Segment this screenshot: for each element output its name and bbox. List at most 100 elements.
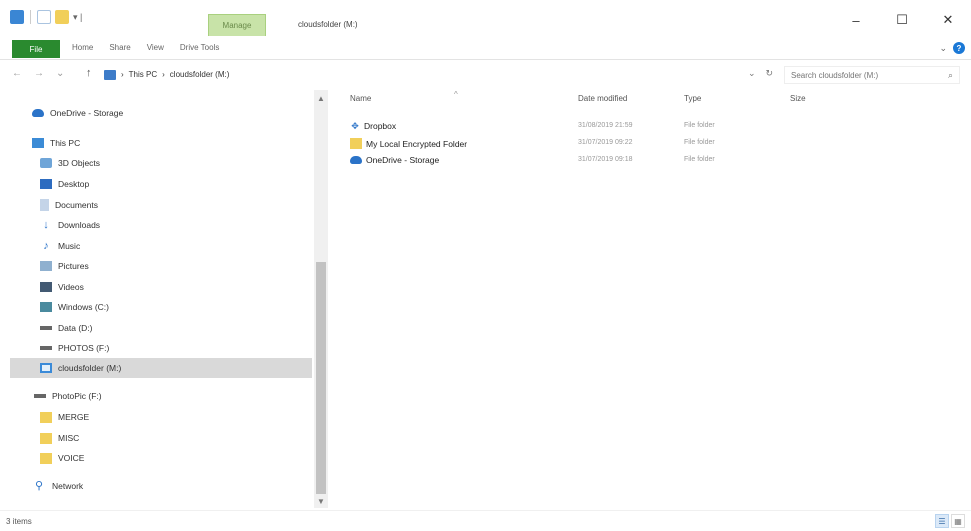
sidebar-item-label: Music (58, 241, 81, 251)
sidebar-item-music[interactable]: ♪ Music (40, 236, 80, 256)
navigation-scrollbar[interactable]: ▲ ▼ (314, 90, 328, 508)
minimize-button[interactable]: – (833, 8, 879, 32)
sidebar-item-onedrive[interactable]: OneDrive - Storage (32, 103, 123, 123)
sidebar-item-label: Videos (58, 282, 84, 292)
sidebar-item-3d-objects[interactable]: 3D Objects (40, 153, 100, 173)
file-row[interactable]: My Local Encrypted Folder 31/07/2019 09:… (330, 138, 971, 152)
refresh-icon[interactable]: ↻ (766, 68, 774, 79)
ribbon-tabs: Home Share View Drive Tools (72, 43, 219, 52)
sort-indicator-icon: ^ (454, 90, 458, 99)
column-header-name[interactable]: Name (350, 94, 371, 103)
sidebar-item-photopic-f[interactable]: PhotoPic (F:) (34, 386, 102, 406)
tab-view[interactable]: View (147, 43, 164, 52)
onedrive-cloud-icon (350, 156, 362, 164)
sidebar-item-cloudsfolder-m[interactable]: cloudsfolder (M:) (10, 358, 312, 378)
search-icon[interactable]: ⌕ (948, 70, 953, 81)
sidebar-item-label: Documents (55, 200, 98, 210)
sidebar-item-label: 3D Objects (58, 158, 101, 168)
breadcrumb-current[interactable]: cloudsfolder (M:) (170, 70, 230, 79)
sidebar-item-voice[interactable]: VOICE (40, 448, 84, 468)
file-date: 31/07/2019 09:22 (578, 139, 633, 146)
sidebar-item-label: PHOTOS (F:) (58, 343, 110, 353)
customize-toolbar-chevron-icon[interactable]: ▾ | (73, 12, 82, 23)
tab-home[interactable]: Home (72, 43, 93, 52)
this-pc-icon (32, 138, 44, 148)
sidebar-item-misc[interactable]: MISC (40, 428, 79, 448)
address-history-chevron-icon[interactable]: ⌄ (748, 68, 756, 79)
window-title: cloudsfolder (M:) (298, 20, 358, 29)
file-row[interactable]: OneDrive - Storage 31/07/2019 09:18 File… (330, 155, 971, 169)
scrollbar-thumb[interactable] (316, 262, 326, 494)
column-header-type[interactable]: Type (684, 94, 701, 103)
tab-file[interactable]: File (12, 40, 60, 58)
tab-share[interactable]: Share (109, 43, 130, 52)
recent-locations-chevron-icon[interactable]: ⌄ (56, 68, 64, 79)
cloud-drive-icon (40, 363, 52, 373)
sidebar-item-label: cloudsfolder (M:) (58, 363, 122, 373)
network-icon: ⚲ (34, 480, 44, 492)
sidebar-item-videos[interactable]: Videos (40, 277, 84, 297)
expand-ribbon-chevron-icon[interactable]: ⌄ (939, 43, 947, 54)
file-name-cell: My Local Encrypted Folder (350, 138, 467, 149)
drive-location-icon (104, 69, 116, 80)
back-arrow-icon[interactable]: ← (12, 68, 22, 79)
file-name: My Local Encrypted Folder (366, 138, 468, 149)
sidebar-item-label: Windows (C:) (58, 302, 110, 312)
folder-icon (40, 432, 52, 444)
sidebar-item-documents[interactable]: Documents (40, 195, 98, 215)
column-header-size[interactable]: Size (790, 94, 806, 103)
sidebar-item-label: MISC (58, 433, 80, 443)
file-row[interactable]: ✥ Dropbox 31/08/2019 21:59 File folder (330, 121, 971, 135)
file-name: Dropbox (364, 121, 397, 131)
sidebar-item-data-d[interactable]: Data (D:) (40, 318, 92, 338)
folder-icon (350, 138, 362, 149)
toolbar-divider (30, 10, 31, 24)
tab-manage[interactable]: Manage (208, 14, 266, 36)
tab-drive-tools[interactable]: Drive Tools (180, 43, 219, 52)
sidebar-item-desktop[interactable]: Desktop (40, 174, 89, 194)
sidebar-item-pictures[interactable]: Pictures (40, 256, 89, 276)
close-button[interactable]: ✕ (925, 8, 971, 32)
breadcrumb-separator-icon: › (162, 70, 165, 79)
sidebar-item-downloads[interactable]: ↓ Downloads (40, 215, 100, 235)
large-icons-view-icon[interactable]: ▦ (951, 514, 965, 528)
forward-arrow-icon[interactable]: → (34, 68, 44, 79)
windows-drive-icon (40, 302, 52, 312)
scroll-up-arrow-icon[interactable]: ▲ (314, 94, 328, 103)
sidebar-item-merge[interactable]: MERGE (40, 407, 89, 427)
new-folder-icon[interactable] (55, 10, 69, 24)
disk-icon (40, 346, 52, 350)
dropbox-icon: ✥ (351, 120, 359, 131)
properties-icon[interactable] (37, 10, 51, 24)
file-type: File folder (684, 156, 715, 163)
desktop-icon (40, 179, 52, 189)
sidebar-item-network[interactable]: ⚲ Network (32, 476, 83, 496)
up-arrow-icon[interactable]: ↑ (86, 67, 92, 79)
details-view-icon[interactable]: ☰ (935, 514, 949, 528)
address-row: ← → ⌄ ↑ › This PC › cloudsfolder (M:) ⌄ … (0, 62, 971, 88)
search-input[interactable] (791, 70, 930, 80)
documents-icon (40, 199, 49, 211)
sidebar-item-label: Downloads (58, 220, 101, 230)
sidebar-item-label: OneDrive - Storage (50, 108, 124, 118)
scroll-down-arrow-icon[interactable]: ▼ (314, 497, 328, 506)
address-bar[interactable]: › This PC › cloudsfolder (M:) (104, 65, 744, 84)
onedrive-cloud-icon (32, 109, 44, 117)
help-icon[interactable]: ? (953, 42, 965, 54)
maximize-button[interactable]: ☐ (879, 8, 925, 32)
sidebar-item-photos-f[interactable]: PHOTOS (F:) (40, 338, 109, 358)
sidebar-item-this-pc[interactable]: This PC (32, 133, 80, 153)
view-switcher: ☰ ▦ (935, 514, 965, 528)
navigation-pane: OneDrive - Storage This PC 3D Objects De… (0, 90, 330, 508)
column-header-date-modified[interactable]: Date modified (578, 94, 627, 103)
sidebar-item-label: PhotoPic (F:) (52, 391, 102, 401)
breadcrumb-separator-icon: › (121, 70, 124, 79)
status-bar: 3 items ☰ ▦ (0, 510, 971, 531)
pictures-icon (40, 261, 52, 271)
sidebar-item-windows-c[interactable]: Windows (C:) (40, 297, 109, 317)
sidebar-item-label: Network (52, 481, 84, 491)
breadcrumb-this-pc[interactable]: This PC (129, 70, 157, 79)
search-box[interactable]: ⌕ (784, 66, 960, 84)
folder-icon (40, 411, 52, 423)
file-type: File folder (684, 139, 715, 146)
